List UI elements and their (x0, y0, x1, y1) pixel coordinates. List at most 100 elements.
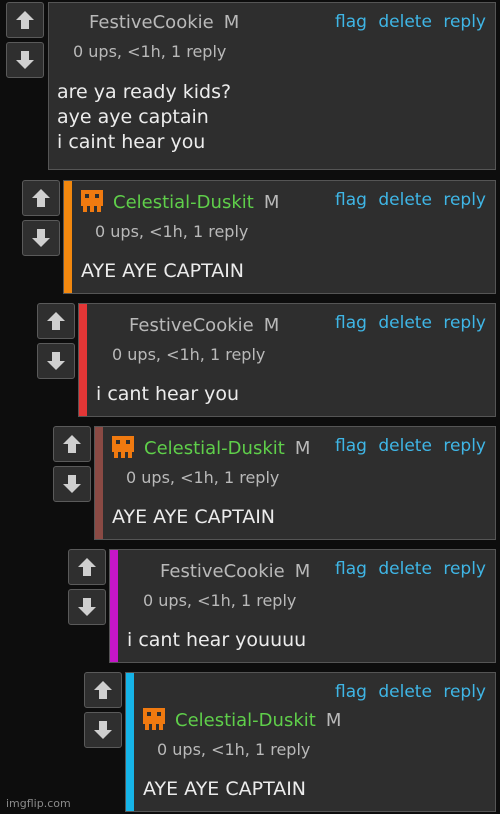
vote-controls (6, 2, 46, 82)
reply-link[interactable]: reply (443, 682, 486, 702)
upvote-button[interactable] (68, 549, 106, 585)
comment-actions: flag delete reply (329, 436, 486, 456)
arrow-up-icon (47, 312, 65, 330)
comment-text: i cant hear youuuu (127, 629, 307, 651)
delete-link[interactable]: delete (378, 12, 432, 32)
orange-pixel-avatar-icon[interactable] (110, 434, 136, 460)
delete-link[interactable]: delete (378, 190, 432, 210)
comment-text: AYE AYE CAPTAIN (81, 260, 245, 282)
downvote-button[interactable] (68, 589, 106, 625)
moderator-badge: M (263, 192, 280, 213)
comment-3: flag delete reply FestiveCookie M 0 ups, … (37, 303, 496, 417)
username-link[interactable]: Celestial-Duskit (144, 438, 285, 459)
comment-user: Celestial-Duskit M (175, 710, 341, 731)
upvote-button[interactable] (6, 2, 44, 38)
comment-meta: 0 ups, <1h, 1 reply (95, 222, 249, 241)
username-link[interactable]: Celestial-Duskit (175, 710, 316, 731)
username-link[interactable]: FestiveCookie (129, 315, 254, 336)
comment-actions: flag delete reply (329, 190, 486, 210)
arrow-down-icon (63, 475, 81, 493)
arrow-down-icon (78, 598, 96, 616)
flag-link[interactable]: flag (335, 436, 367, 456)
moderator-badge: M (325, 710, 342, 731)
comment-meta: 0 ups, <1h, 1 reply (112, 345, 266, 364)
upvote-button[interactable] (37, 303, 75, 339)
upvote-button[interactable] (84, 672, 122, 708)
comment-actions: flag delete reply (329, 12, 486, 32)
username-link[interactable]: Celestial-Duskit (113, 192, 254, 213)
downvote-button[interactable] (37, 343, 75, 379)
upvote-button[interactable] (53, 426, 91, 462)
moderator-badge: M (294, 438, 311, 459)
watermark: imgflip.com (6, 797, 71, 810)
comment-1: flag delete reply FestiveCookie M 0 ups, … (6, 2, 496, 170)
comment-user: Celestial-Duskit M (144, 438, 310, 459)
comment-user: Celestial-Duskit M (113, 192, 279, 213)
thread-stripe (64, 181, 72, 293)
thread-stripe (126, 673, 134, 811)
comment-actions: flag delete reply (329, 313, 486, 333)
vote-controls (68, 549, 108, 629)
comment-user: FestiveCookie M (89, 12, 239, 33)
reply-link[interactable]: reply (443, 190, 486, 210)
comment-user: FestiveCookie M (129, 315, 279, 336)
comment-6: flag delete reply Celestial-Duskit M 0 up… (84, 672, 496, 812)
arrow-up-icon (94, 681, 112, 699)
comment-meta: 0 ups, <1h, 1 reply (157, 740, 311, 759)
comment-meta: 0 ups, <1h, 1 reply (126, 468, 280, 487)
flag-link[interactable]: flag (335, 12, 367, 32)
arrow-up-icon (32, 189, 50, 207)
comment-box: flag delete reply Celestial-Duskit M 0 up… (125, 672, 496, 812)
vote-controls (37, 303, 77, 383)
username-link[interactable]: FestiveCookie (160, 561, 285, 582)
moderator-badge: M (294, 561, 311, 582)
thread-stripe (95, 427, 103, 539)
comment-text: AYE AYE CAPTAIN (112, 506, 276, 528)
comment-actions: flag delete reply (329, 682, 486, 702)
reply-link[interactable]: reply (443, 559, 486, 579)
delete-link[interactable]: delete (378, 682, 432, 702)
moderator-badge: M (223, 12, 240, 33)
comment-box: flag delete reply FestiveCookie M 0 ups, … (109, 549, 496, 663)
flag-link[interactable]: flag (335, 313, 367, 333)
comment-box: flag delete reply Celestial-Duskit M 0 up… (63, 180, 496, 294)
arrow-down-icon (16, 51, 34, 69)
arrow-up-icon (16, 11, 34, 29)
delete-link[interactable]: delete (378, 559, 432, 579)
comment-actions: flag delete reply (329, 559, 486, 579)
downvote-button[interactable] (22, 220, 60, 256)
reply-link[interactable]: reply (443, 436, 486, 456)
delete-link[interactable]: delete (378, 436, 432, 456)
flag-link[interactable]: flag (335, 559, 367, 579)
downvote-button[interactable] (6, 42, 44, 78)
reply-link[interactable]: reply (443, 12, 486, 32)
downvote-button[interactable] (53, 466, 91, 502)
flag-link[interactable]: flag (335, 682, 367, 702)
comment-user: FestiveCookie M (160, 561, 310, 582)
comment-box: flag delete reply FestiveCookie M 0 ups, … (48, 2, 496, 170)
delete-link[interactable]: delete (378, 313, 432, 333)
comment-5: flag delete reply FestiveCookie M 0 ups, … (68, 549, 496, 663)
arrow-down-icon (32, 229, 50, 247)
comment-meta: 0 ups, <1h, 1 reply (143, 591, 297, 610)
arrow-up-icon (63, 435, 81, 453)
arrow-up-icon (78, 558, 96, 576)
comment-2: flag delete reply Celestial-Duskit M 0 up… (22, 180, 496, 294)
orange-pixel-avatar-icon[interactable] (141, 706, 167, 732)
orange-pixel-avatar-icon[interactable] (79, 188, 105, 214)
upvote-button[interactable] (22, 180, 60, 216)
vote-controls (22, 180, 62, 260)
comment-box: flag delete reply FestiveCookie M 0 ups, … (78, 303, 496, 417)
thread-stripe (79, 304, 87, 416)
username-link[interactable]: FestiveCookie (89, 12, 214, 33)
flag-link[interactable]: flag (335, 190, 367, 210)
vote-controls (53, 426, 93, 506)
arrow-down-icon (47, 352, 65, 370)
comment-text: i cant hear you (96, 383, 240, 405)
comment-meta: 0 ups, <1h, 1 reply (73, 42, 227, 61)
downvote-button[interactable] (84, 712, 122, 748)
comment-box: flag delete reply Celestial-Duskit M 0 up… (94, 426, 496, 540)
comment-4: flag delete reply Celestial-Duskit M 0 up… (53, 426, 496, 540)
reply-link[interactable]: reply (443, 313, 486, 333)
comment-text: AYE AYE CAPTAIN (143, 778, 307, 800)
